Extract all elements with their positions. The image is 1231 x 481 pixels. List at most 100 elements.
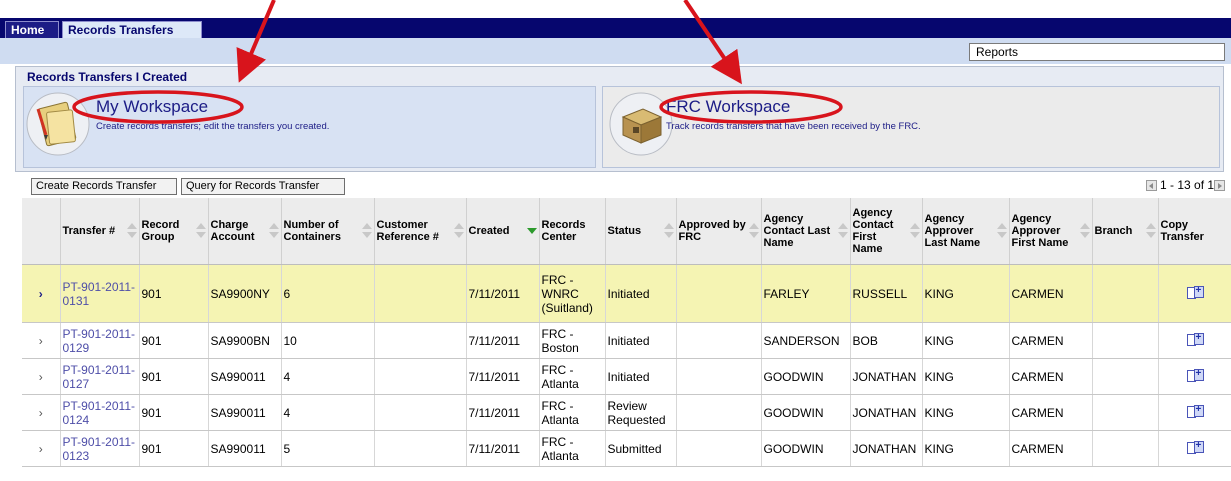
cell-transfer[interactable]: PT-901-2011-0124	[60, 394, 140, 431]
cell-approved-by-frc	[676, 322, 762, 359]
table-row[interactable]: › PT-901-2011-0123 901 SA990011 5 7/11/2011 FR…	[22, 430, 1231, 467]
sort-icon[interactable]	[1145, 223, 1157, 239]
frc-workspace-panel[interactable]: FRC Workspace Track records transfers th…	[602, 86, 1220, 168]
sort-icon[interactable]	[748, 223, 760, 239]
pager-range: 1 - 13 of 13	[1160, 178, 1221, 192]
cell-containers: 6	[281, 264, 375, 323]
sort-icon[interactable]	[663, 223, 675, 239]
column-header-copy: Copy Transfer	[1158, 198, 1231, 265]
cell-status: Submitted	[605, 430, 677, 467]
copy-transfer-icon[interactable]: +	[1186, 286, 1204, 299]
copy-transfer-cell: +	[1158, 264, 1231, 323]
copy-transfer-icon[interactable]: +	[1186, 333, 1204, 346]
copy-transfer-icon[interactable]: +	[1186, 441, 1204, 454]
sort-icon[interactable]	[837, 223, 849, 239]
column-header-contact-first[interactable]: Agency Contact First Name	[850, 198, 923, 265]
cell-transfer[interactable]: PT-901-2011-0131	[60, 264, 140, 323]
column-header-containers[interactable]: Number of Containers	[281, 198, 375, 265]
copy-transfer-icon[interactable]: +	[1186, 369, 1204, 382]
cell-records-center: FRC - Atlanta	[539, 394, 606, 431]
cell-containers: 4	[281, 358, 375, 395]
cell-contact-first: JONATHAN	[850, 358, 923, 395]
column-header-approved-by-frc[interactable]: Approved by FRC	[676, 198, 762, 265]
cell-contact-first: JONATHAN	[850, 394, 923, 431]
cell-customer-ref	[374, 430, 467, 467]
cell-records-center: FRC - Atlanta	[539, 358, 606, 395]
cell-branch	[1092, 322, 1159, 359]
row-expand-icon[interactable]: ›	[22, 322, 61, 359]
column-header-created[interactable]: Created	[466, 198, 540, 265]
pager: 1 - 13 of 13	[1146, 178, 1226, 194]
column-header-transfer[interactable]: Transfer #	[60, 198, 140, 265]
cell-customer-ref	[374, 322, 467, 359]
cell-contact-last: GOODWIN	[761, 358, 851, 395]
column-header-approver-first[interactable]: Agency Approver First Name	[1009, 198, 1093, 265]
sort-icon[interactable]	[453, 223, 465, 239]
cell-transfer[interactable]: PT-901-2011-0129	[60, 322, 140, 359]
sort-icon[interactable]	[268, 223, 280, 239]
cell-customer-ref	[374, 264, 467, 323]
column-header-approver-last[interactable]: Agency Approver Last Name	[922, 198, 1010, 265]
cell-branch	[1092, 430, 1159, 467]
cell-approved-by-frc	[676, 430, 762, 467]
cell-transfer[interactable]: PT-901-2011-0127	[60, 358, 140, 395]
row-expand-icon[interactable]: ›	[22, 264, 61, 323]
cell-contact-first: RUSSELL	[850, 264, 923, 323]
reports-select[interactable]: Reports	[969, 43, 1225, 61]
column-header-contact-last[interactable]: Agency Contact Last Name	[761, 198, 851, 265]
column-header-status[interactable]: Status	[605, 198, 677, 265]
table-row[interactable]: › PT-901-2011-0129 901 SA9900BN 10 7/11/2011 F…	[22, 322, 1231, 359]
column-header-label: Agency Contact Last Name	[763, 213, 831, 249]
column-header-label: Number of Containers	[283, 219, 341, 243]
row-expand-icon[interactable]: ›	[22, 358, 61, 395]
column-header-customer-ref[interactable]: Customer Reference #	[374, 198, 467, 265]
cell-approver-first: CARMEN	[1009, 394, 1093, 431]
table-row[interactable]: › PT-901-2011-0131 901 SA9900NY 6 7/11/2011 FR…	[22, 264, 1231, 323]
column-header-branch[interactable]: Branch	[1092, 198, 1159, 265]
sort-icon[interactable]	[909, 223, 921, 239]
cell-approver-last: KING	[922, 394, 1010, 431]
sort-icon[interactable]	[195, 223, 207, 239]
tab-home[interactable]: Home	[5, 21, 59, 38]
cell-status: Initiated	[605, 264, 677, 323]
cell-record-group: 901	[139, 394, 209, 431]
table-header-row: Transfer # Record Group Charge Account Numb…	[22, 198, 1231, 265]
tab-records-transfers[interactable]: Records Transfers	[62, 21, 202, 38]
cell-created: 7/11/2011	[466, 430, 540, 467]
sort-icon[interactable]	[361, 223, 373, 239]
frc-workspace-title[interactable]: FRC Workspace	[666, 97, 790, 117]
create-records-transfer-button[interactable]: Create Records Transfer	[31, 178, 177, 195]
cell-transfer[interactable]: PT-901-2011-0123	[60, 430, 140, 467]
next-page-icon[interactable]	[1214, 180, 1225, 191]
cell-status: Initiated	[605, 358, 677, 395]
column-header-label: Approved by FRC	[678, 219, 746, 243]
my-workspace-description: Create records transfers; edit the trans…	[96, 121, 330, 132]
cell-approver-last: KING	[922, 358, 1010, 395]
table-row[interactable]: › PT-901-2011-0124 901 SA990011 4 7/11/2011 FR…	[22, 394, 1231, 431]
copy-transfer-icon[interactable]: +	[1186, 405, 1204, 418]
my-workspace-title[interactable]: My Workspace	[96, 97, 208, 117]
sort-descending-icon[interactable]	[526, 223, 538, 239]
cell-branch	[1092, 264, 1159, 323]
query-records-transfer-button[interactable]: Query for Records Transfer	[181, 178, 345, 195]
row-expand-icon[interactable]: ›	[22, 430, 61, 467]
my-workspace-panel[interactable]: My Workspace Create records transfers; e…	[23, 86, 596, 168]
cell-record-group: 901	[139, 358, 209, 395]
row-expand-icon[interactable]: ›	[22, 394, 61, 431]
column-header-charge-account[interactable]: Charge Account	[208, 198, 282, 265]
cell-approver-first: CARMEN	[1009, 430, 1093, 467]
cell-status: Initiated	[605, 322, 677, 359]
table-row[interactable]: › PT-901-2011-0127 901 SA990011 4 7/11/2011 FR…	[22, 358, 1231, 395]
cell-approver-first: CARMEN	[1009, 264, 1093, 323]
sort-icon[interactable]	[126, 223, 138, 239]
previous-page-icon[interactable]	[1146, 180, 1157, 191]
frc-workspace-description: Track records transfers that have been r…	[666, 121, 921, 132]
boxes-icon	[609, 92, 673, 156]
cell-charge-account: SA9900NY	[208, 264, 282, 323]
column-header-record-group[interactable]: Record Group	[139, 198, 209, 265]
cell-contact-first: BOB	[850, 322, 923, 359]
sort-icon[interactable]	[996, 223, 1008, 239]
cell-approver-last: KING	[922, 264, 1010, 323]
copy-transfer-cell: +	[1158, 430, 1231, 467]
sort-icon[interactable]	[1079, 223, 1091, 239]
